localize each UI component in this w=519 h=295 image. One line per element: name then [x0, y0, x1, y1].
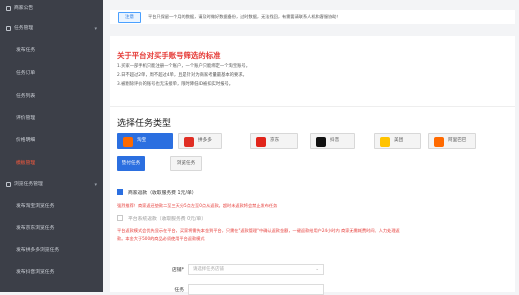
- platform-button[interactable]: 拼多多: [178, 133, 222, 149]
- rules-title: 关于平台对买手账号筛选的标准: [117, 51, 221, 60]
- platform-refund-label: 平台系统返款（收取服务费 0元/单）: [128, 216, 207, 222]
- chevron-down-icon: ▾: [94, 26, 97, 32]
- jd-icon: [256, 137, 266, 147]
- notice-badge[interactable]: 注意: [118, 12, 141, 23]
- sidebar-item[interactable]: 浏览任务管理 ▾: [0, 178, 103, 192]
- rule-line: 3.被剔除评价的账号也无法接单，限时降低ID被扣实时报号。: [117, 82, 234, 87]
- sidebar-item-label: 评价管理: [16, 116, 36, 121]
- rule-line: 2.日不超过2单，周不超过4单，且是针对为商家考量最基本的要求。: [117, 73, 247, 78]
- sidebar-item[interactable]: 任务订单: [0, 67, 103, 81]
- rule-line: 1.买家一部手机只能注册一个账户，一个账户只能绑定一个淘宝账号。: [117, 64, 251, 69]
- sidebar-item-label: 浏览任务管理: [14, 182, 43, 187]
- platform-label: 美团: [394, 138, 404, 143]
- merchant-refund-note: 强烈推荐！商家返还垫款二至三天分5点左至0点从返款。超时未返款将会禁止发布任务: [117, 203, 278, 208]
- chevron-down-icon: ⌄: [315, 267, 319, 272]
- eye-icon: [6, 182, 11, 187]
- merchant-refund-checkbox[interactable]: [117, 189, 123, 195]
- platform-button[interactable]: 美团: [374, 133, 421, 149]
- sidebar-item-label: 商家公告: [14, 6, 34, 11]
- platform-button[interactable]: 淘宝: [117, 133, 173, 149]
- sidebar-item-label: 任务管理: [14, 26, 34, 31]
- sidebar-item[interactable]: 发布抖音浏览任务: [0, 266, 103, 280]
- sidebar-item[interactable]: 模板管理: [0, 157, 103, 171]
- sidebar-item[interactable]: 任务管理 ▾: [0, 22, 103, 36]
- sidebar-item-label: 模板管理: [16, 161, 36, 166]
- shop-select[interactable]: 请选择任务店铺 ⌄: [188, 264, 324, 275]
- bell-icon: [6, 6, 11, 11]
- chevron-down-icon: ▾: [94, 182, 97, 188]
- platform-refund-note: 款。本金大于500的商品必须使用平台返款模式: [117, 236, 205, 241]
- notice-text: 平台只保留一个月的数据，请及时做好数据备份，过时数据，无法找回，有需要请联系人机…: [148, 14, 341, 19]
- sidebar-item[interactable]: 发布拼多多浏览任务: [0, 244, 103, 258]
- platform-button[interactable]: 京东: [250, 133, 298, 149]
- sidebar-item-label: 发布任务: [16, 48, 36, 53]
- sidebar-item-label: 任务订单: [16, 71, 36, 76]
- sidebar-item-label: 任务列表: [16, 94, 36, 99]
- alibaba-icon: [434, 137, 444, 147]
- sidebar-item[interactable]: 发布任务: [0, 44, 103, 58]
- sidebar-item-label: 发布拼多多浏览任务: [16, 248, 60, 253]
- shop-label: 店铺*: [172, 268, 184, 273]
- task-type-advance[interactable]: 垫付任务: [117, 156, 145, 171]
- notice-bar: 注意 平台只保留一个月的数据，请及时做好数据备份，过时数据，无法找回，有需要请联…: [110, 10, 515, 24]
- sidebar-item-label: 发布抖音浏览任务: [16, 270, 55, 275]
- platform-label: 抖音: [330, 138, 340, 143]
- sidebar-item[interactable]: 发布京东浏览任务: [0, 222, 103, 236]
- platform-button[interactable]: 阿里巴巴: [428, 133, 476, 149]
- section-title: 选择任务类型: [117, 119, 172, 129]
- pinduoduo-icon: [184, 137, 194, 147]
- task-card: 关于平台对买手账号筛选的标准 1.买家一部手机只能注册一个账户，一个账户只能绑定…: [110, 36, 515, 295]
- sidebar-item[interactable]: 发布淘宝浏览任务: [0, 200, 103, 214]
- merchant-refund-label: 商家返款（收取服务费 1元/单）: [128, 190, 197, 196]
- main-content: 注意 平台只保留一个月的数据，请及时做好数据备份，过时数据，无法找回，有需要请联…: [103, 0, 519, 295]
- sidebar-item-label: 发布淘宝浏览任务: [16, 204, 55, 209]
- list-icon: [6, 26, 11, 31]
- sidebar-item-label: 价格明细: [16, 138, 36, 143]
- divider: [110, 106, 515, 107]
- platform-label: 淘宝: [137, 138, 147, 143]
- douyin-icon: [316, 137, 326, 147]
- platform-button[interactable]: 抖音: [310, 133, 355, 149]
- platform-label: 京东: [270, 138, 280, 143]
- sidebar: 商家公告任务管理 ▾ 发布任务任务订单任务列表评价管理价格明细模板管理浏览任务管理 ▾…: [0, 0, 103, 292]
- meituan-icon: [380, 137, 390, 147]
- sidebar-item[interactable]: 评价管理: [0, 112, 103, 126]
- platform-label: 拼多多: [198, 138, 212, 143]
- task-type-browse[interactable]: 浏览任务: [170, 156, 202, 171]
- sidebar-item[interactable]: 商家公告: [0, 2, 103, 16]
- shop-select-placeholder: 请选择任务店铺: [193, 267, 224, 272]
- platform-refund-note: 平台返款模式会优先显示在平台，买家将需先本金到平台，只需在"返款管理"中确认返款…: [117, 228, 400, 233]
- taobao-icon: [123, 137, 133, 147]
- sidebar-item[interactable]: 任务列表: [0, 90, 103, 104]
- platform-label: 阿里巴巴: [448, 138, 467, 143]
- platform-refund-checkbox[interactable]: [117, 215, 123, 221]
- second-select[interactable]: [188, 284, 324, 295]
- sidebar-item-label: 发布京东浏览任务: [16, 226, 55, 231]
- sidebar-item[interactable]: 价格明细: [0, 134, 103, 148]
